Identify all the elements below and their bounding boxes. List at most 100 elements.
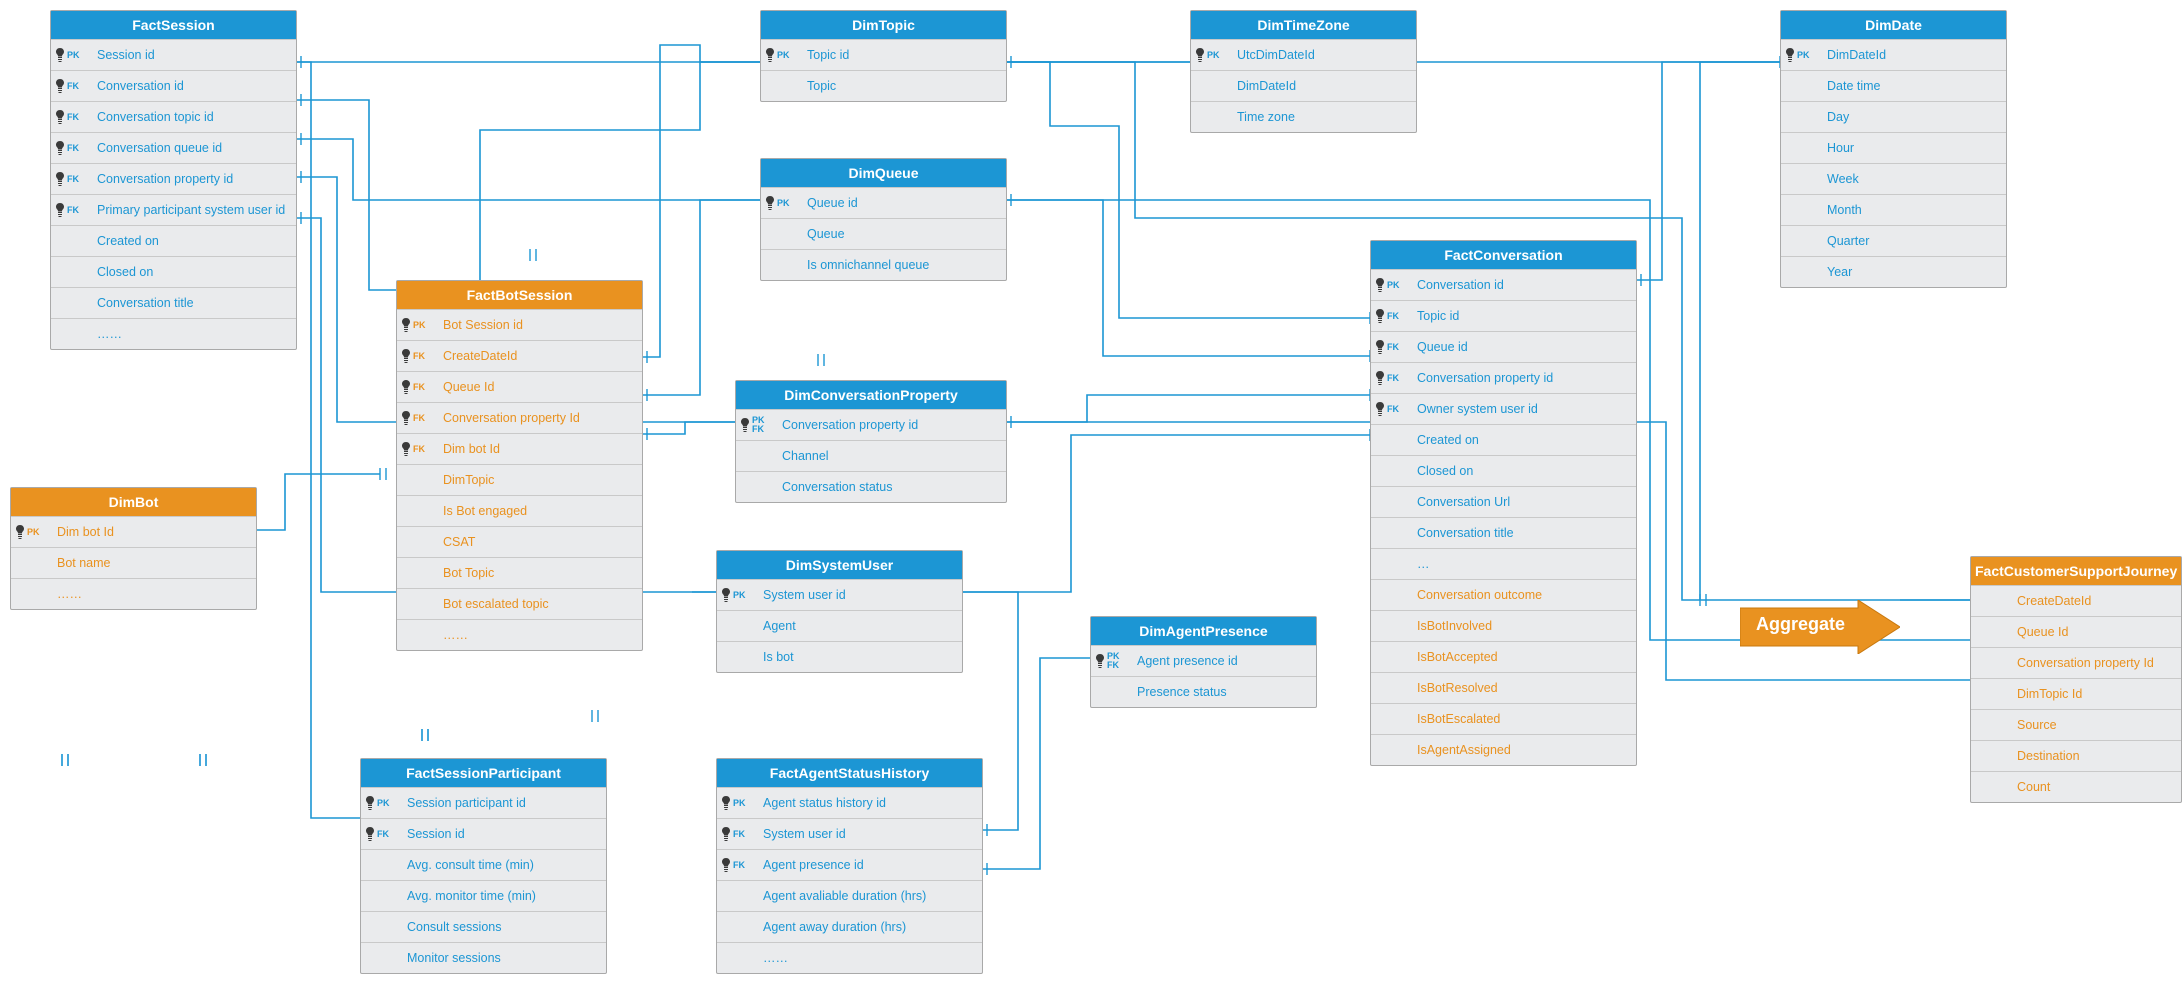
- relationship-line: [641, 200, 760, 395]
- entity-field-label: System user id: [763, 827, 974, 841]
- entity-field-label: Conversation property id: [97, 172, 288, 186]
- entity-row: CreateDateId: [1971, 585, 2181, 616]
- entity-field-label: Bot name: [57, 556, 248, 570]
- relationship-line: [1700, 62, 1780, 600]
- entity-row: Closed on: [1371, 455, 1636, 486]
- entity-row: Is omnichannel queue: [761, 249, 1006, 280]
- entity-row: Is Bot engaged: [397, 495, 642, 526]
- fk-key-icon: FK: [55, 172, 97, 186]
- entity-dimTimeZone: DimTimeZonePKUtcDimDateIdDimDateIdTime z…: [1190, 10, 1417, 133]
- pk-key-icon: PK: [765, 48, 807, 62]
- relationship-line: [295, 62, 760, 290]
- entity-field-label: Month: [1827, 203, 1998, 217]
- entity-row: Conversation title: [51, 287, 296, 318]
- entity-field-label: DimTopic: [443, 473, 634, 487]
- fk-key-icon: FK: [55, 79, 97, 93]
- entity-row: FKSession id: [361, 818, 606, 849]
- entity-field-label: Dim bot Id: [57, 525, 248, 539]
- fk-key-icon: FK: [1375, 309, 1417, 323]
- entity-field-label: Primary participant system user id: [97, 203, 288, 217]
- entity-field-label: Date time: [1827, 79, 1998, 93]
- entity-row: PKSession id: [51, 39, 296, 70]
- relationship-line: [641, 422, 735, 434]
- entity-row: Conversation Url: [1371, 486, 1636, 517]
- entity-row: Destination: [1971, 740, 2181, 771]
- entity-row: Quarter: [1781, 225, 2006, 256]
- fk-key-icon: FK: [365, 827, 407, 841]
- entity-row: Monitor sessions: [361, 942, 606, 973]
- entity-field-label: Conversation status: [782, 480, 998, 494]
- entity-row: Topic: [761, 70, 1006, 101]
- fk-key-icon: FK: [1375, 402, 1417, 416]
- entity-field-label: Queue id: [807, 196, 998, 210]
- entity-factAgentStatusHistory: FactAgentStatusHistoryPKAgent status his…: [716, 758, 983, 974]
- relationship-line: [1005, 200, 1370, 356]
- entity-row: PKSystem user id: [717, 579, 962, 610]
- entity-row: FKQueue id: [1371, 331, 1636, 362]
- entity-factSession: FactSessionPKSession idFKConversation id…: [50, 10, 297, 350]
- entity-field-label: Conversation outcome: [1417, 588, 1628, 602]
- pk-key-icon: PK: [1375, 278, 1417, 292]
- entity-dimTopic: DimTopicPKTopic idTopic: [760, 10, 1007, 102]
- entity-row: FKQueue Id: [397, 371, 642, 402]
- entity-field-label: Hour: [1827, 141, 1998, 155]
- entity-row: Time zone: [1191, 101, 1416, 132]
- entity-field-label: Is Bot engaged: [443, 504, 634, 518]
- entity-field-label: Destination: [2017, 749, 2173, 763]
- entity-row: Conversation status: [736, 471, 1006, 502]
- relationship-line: [1005, 395, 1370, 422]
- entity-field-label: Agent presence id: [1137, 654, 1308, 668]
- entity-field-label: Consult sessions: [407, 920, 598, 934]
- entity-row: FKConversation queue id: [51, 132, 296, 163]
- entity-row: DimTopic Id: [1971, 678, 2181, 709]
- entity-field-label: Created on: [1417, 433, 1628, 447]
- entity-field-label: Avg. monitor time (min): [407, 889, 598, 903]
- entity-row: DimDateId: [1191, 70, 1416, 101]
- entity-row: Date time: [1781, 70, 2006, 101]
- pk-key-icon: PK: [365, 796, 407, 810]
- entity-field-label: IsBotResolved: [1417, 681, 1628, 695]
- relationship-line: [641, 45, 760, 357]
- entity-row: PKDimDateId: [1781, 39, 2006, 70]
- fk-key-icon: FK: [1375, 371, 1417, 385]
- entity-row: Consult sessions: [361, 911, 606, 942]
- entity-header: DimSystemUser: [717, 551, 962, 579]
- entity-field-label: Week: [1827, 172, 1998, 186]
- relationship-line: [255, 474, 380, 530]
- er-diagram-canvas: FactSessionPKSession idFKConversation id…: [0, 0, 2184, 999]
- entity-field-label: Queue Id: [443, 380, 634, 394]
- entity-row: IsBotAccepted: [1371, 641, 1636, 672]
- entity-field-label: Is bot: [763, 650, 954, 664]
- entity-header: FactAgentStatusHistory: [717, 759, 982, 787]
- entity-row: FKOwner system user id: [1371, 393, 1636, 424]
- entity-row: FKConversation property Id: [397, 402, 642, 433]
- entity-row: ……: [717, 942, 982, 973]
- entity-field-label: Day: [1827, 110, 1998, 124]
- fk-key-icon: FK: [721, 858, 763, 872]
- entity-field-label: Dim bot Id: [443, 442, 634, 456]
- entity-row: FKSystem user id: [717, 818, 982, 849]
- entity-row: PKQueue id: [761, 187, 1006, 218]
- entity-row: IsBotEscalated: [1371, 703, 1636, 734]
- entity-field-label: Conversation property id: [782, 418, 998, 432]
- entity-field-label: Bot Session id: [443, 318, 634, 332]
- entity-row: IsAgentAssigned: [1371, 734, 1636, 765]
- entity-field-label: Year: [1827, 265, 1998, 279]
- entity-row: Bot name: [11, 547, 256, 578]
- entity-field-label: Conversation property id: [1417, 371, 1628, 385]
- entity-field-label: ……: [97, 327, 288, 341]
- entity-row: PKAgent status history id: [717, 787, 982, 818]
- pk-key-icon: PK: [1195, 48, 1237, 62]
- entity-row: FKTopic id: [1371, 300, 1636, 331]
- entity-field-label: Conversation Url: [1417, 495, 1628, 509]
- pk-key-icon: PK: [721, 796, 763, 810]
- entity-field-label: IsAgentAssigned: [1417, 743, 1628, 757]
- pk-key-icon: PK: [55, 48, 97, 62]
- entity-dimAgentPresence: DimAgentPresencePKFKAgent presence idPre…: [1090, 616, 1317, 708]
- entity-factConversation: FactConversationPKConversation idFKTopic…: [1370, 240, 1637, 766]
- entity-field-label: Conversation title: [97, 296, 288, 310]
- pkfk-key-icon: PKFK: [740, 416, 782, 434]
- entity-dimBot: DimBotPKDim bot IdBot name……: [10, 487, 257, 610]
- entity-row: PKSession participant id: [361, 787, 606, 818]
- pk-key-icon: PK: [401, 318, 443, 332]
